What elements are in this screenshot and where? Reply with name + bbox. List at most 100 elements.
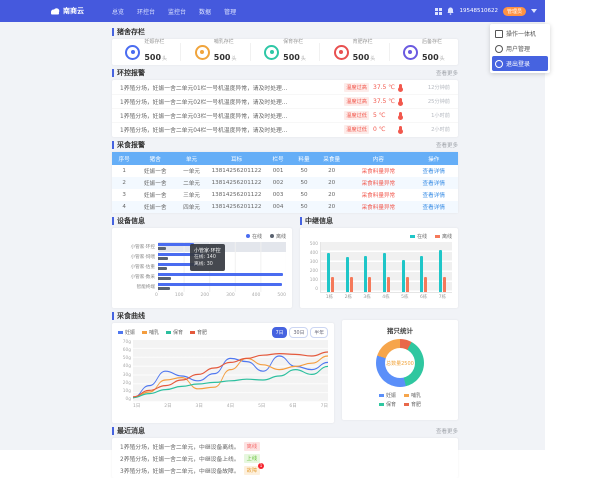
legend-item-在线[interactable]: 在线 xyxy=(246,233,262,240)
detail-link[interactable]: 查看详情 xyxy=(410,189,459,201)
range-button-7日[interactable]: 7日 xyxy=(272,327,288,338)
stat-item-2[interactable]: 保育存栏500头 xyxy=(251,43,320,61)
legend-label: 在线 xyxy=(252,233,262,240)
relay-chart-column: 中继信息 在线离线 5004003002001000 1栋2栋3栋4栋5栋6栋7… xyxy=(300,213,458,308)
legend-item-育肥[interactable]: 育肥 xyxy=(190,329,207,336)
relay-group-4[interactable] xyxy=(402,242,409,292)
y-tick: 30g xyxy=(118,373,131,378)
stat-item-4[interactable]: 后备存栏500头 xyxy=(390,43,458,61)
legend-label: 哺乳 xyxy=(411,392,421,399)
offline-bar xyxy=(406,277,409,292)
device-row-4[interactable]: 智能终端 xyxy=(118,282,286,292)
y-tick: 400 xyxy=(306,251,318,256)
relay-group-0[interactable] xyxy=(327,242,334,292)
app-logo[interactable]: 南商云 xyxy=(50,6,84,16)
bell-icon[interactable] xyxy=(447,7,454,15)
x-tick: 1日 xyxy=(133,403,140,409)
env-alarm-row-0[interactable]: 1养殖分场，妊娠一舍二单元01栏一号机温度异常，请及时处理…温度过高37.5 ℃… xyxy=(112,81,458,95)
table-cell: 004 xyxy=(264,201,292,213)
detail-link[interactable]: 查看详情 xyxy=(410,201,459,213)
x-tick: 200 xyxy=(201,293,210,298)
table-cell: 20 xyxy=(316,189,347,201)
legend-item-妊娠[interactable]: 妊娠 xyxy=(118,329,135,336)
legend-item-哺乳[interactable]: 哺乳 xyxy=(142,329,159,336)
thermometer-icon xyxy=(399,112,402,119)
relay-group-1[interactable] xyxy=(346,242,353,292)
y-tick: 500 xyxy=(306,242,318,247)
nav-item-4[interactable]: 管理 xyxy=(224,7,236,16)
legend-label: 保育 xyxy=(173,329,183,336)
legend-item-离线[interactable]: 离线 xyxy=(270,233,286,240)
dropdown-item-1[interactable]: 用户管理 xyxy=(490,41,550,56)
nav-item-3[interactable]: 数据 xyxy=(199,7,211,16)
alarm-text: 1养殖分场，妊娠一舍二单元02栏一号机温度异常，请及时处理… xyxy=(120,97,340,106)
dropdown-item-2[interactable]: 退出登录 xyxy=(492,56,548,71)
range-button-半年[interactable]: 半年 xyxy=(310,327,328,338)
bottom-row: 采食曲线 妊娠哺乳保育育肥 7日30日半年 70g60g50g40g30g20g… xyxy=(112,308,458,423)
stat-unit: 头 xyxy=(370,56,375,62)
legend-item-离线[interactable]: 离线 xyxy=(435,233,452,240)
detail-link[interactable]: 查看详情 xyxy=(410,177,459,189)
relay-group-5[interactable] xyxy=(420,242,427,292)
table-cell: 3 xyxy=(112,189,136,201)
donut-legend-item-哺乳[interactable]: 哺乳 xyxy=(404,392,421,399)
env-alarm-more-link[interactable]: 查看更多 xyxy=(436,69,458,77)
relay-group-6[interactable] xyxy=(439,242,446,292)
navbar-left: 南商云 总览 环控台 监控台 数据 管理 xyxy=(8,6,236,16)
donut-legend-item-妊娠[interactable]: 妊娠 xyxy=(379,392,396,399)
stat-texts: 育肥存栏500头 xyxy=(353,40,376,63)
donut-legend-item-育肥[interactable]: 育肥 xyxy=(404,401,421,408)
table-cell: 妊娠一舍 xyxy=(136,189,174,201)
donut-legend: 妊娠 哺乳保育 育肥 xyxy=(379,392,421,408)
alarm-temp-value: 37.5 ℃ xyxy=(373,84,395,91)
y-tick: 70g xyxy=(118,340,131,345)
stat-item-3[interactable]: 育肥存栏500头 xyxy=(320,43,389,61)
tooltip-title: 小管家·环控 xyxy=(194,247,221,254)
app-title: 南商云 xyxy=(63,6,84,16)
table-cell: 采食料量异常 xyxy=(347,201,409,213)
alarm-text: 1养殖分场，妊娠一舍二单元03栏一号机温度异常，请及时处理… xyxy=(120,111,340,120)
curve-toolbar: 妊娠哺乳 保育育肥 7日30日半年 xyxy=(118,327,328,337)
x-tick: 7日 xyxy=(321,403,328,409)
message-row-2[interactable]: 3养殖分场，妊娠一舍二单元，中继设备故障。故障1 xyxy=(112,464,458,476)
apps-grid-icon[interactable] xyxy=(435,8,442,15)
env-alarm-row-1[interactable]: 1养殖分场，妊娠一舍二单元02栏一号机温度异常，请及时处理…温度过高37.5 ℃… xyxy=(112,95,458,109)
relay-group-2[interactable] xyxy=(364,242,371,292)
device-chart-column: 设备信息 在线离线 小管家·环控小管家·饲喂小管家·估重小管家·数采智能终端 0… xyxy=(112,213,292,308)
stat-item-0[interactable]: 妊娠存栏500头 xyxy=(112,43,181,61)
nav-item-1[interactable]: 环控台 xyxy=(137,7,155,16)
message-row-1[interactable]: 2养殖分场，妊娠一舍二单元，中继设备上线。上线 xyxy=(112,452,458,464)
dropdown-item-0[interactable]: 操作一体机 xyxy=(490,26,550,41)
donut-legend-item-保育[interactable]: 保育 xyxy=(379,401,396,408)
feed-alarm-more-link[interactable]: 查看更多 xyxy=(436,141,458,149)
range-button-30日[interactable]: 30日 xyxy=(289,327,308,338)
nav-item-2[interactable]: 监控台 xyxy=(168,7,186,16)
stat-icon-dot xyxy=(270,50,274,54)
feed-curve-card: 妊娠哺乳保育育肥 7日30日半年 70g60g50g40g30g20g10g0g… xyxy=(112,323,334,423)
detail-link[interactable]: 查看详情 xyxy=(410,165,459,177)
table-cell: 妊娠一舍 xyxy=(136,165,174,177)
legend-label: 在线 xyxy=(417,233,427,240)
alarm-time: 25分钟前 xyxy=(420,98,450,105)
messages-more-link[interactable]: 查看更多 xyxy=(436,427,458,435)
env-alarm-row-2[interactable]: 1养殖分场，妊娠一舍二单元03栏一号机温度异常，请及时处理…温度过低5 ℃1小时… xyxy=(112,109,458,123)
device-bars xyxy=(158,272,286,282)
nav-item-0[interactable]: 总览 xyxy=(112,7,124,16)
device-row-3[interactable]: 小管家·数采 xyxy=(118,272,286,282)
chevron-down-icon[interactable] xyxy=(531,9,537,13)
legend-item-在线[interactable]: 在线 xyxy=(410,233,427,240)
message-row-0[interactable]: 1养殖分场，妊娠一舍二单元，中继设备离线。离线 xyxy=(112,440,458,452)
env-alarm-row-3[interactable]: 1养殖分场，妊娠一舍二单元04栏一号机温度异常，请及时处理…温度过低0 ℃2小时… xyxy=(112,123,458,136)
online-bar xyxy=(364,256,367,292)
legend-label: 育肥 xyxy=(411,401,421,408)
stat-texts: 妊娠存栏500头 xyxy=(144,40,167,63)
legend-item-保育[interactable]: 保育 xyxy=(166,329,183,336)
table-cell: 13814256201122 xyxy=(209,177,264,189)
column-header-8: 操作 xyxy=(410,152,459,165)
x-tick: 3日 xyxy=(196,403,203,409)
relay-group-3[interactable] xyxy=(383,242,390,292)
stat-item-1[interactable]: 哺乳存栏500头 xyxy=(181,43,250,61)
range-button-group: 7日30日半年 xyxy=(272,327,328,338)
offline-bar xyxy=(158,277,171,280)
column-header-5: 料量 xyxy=(292,152,316,165)
